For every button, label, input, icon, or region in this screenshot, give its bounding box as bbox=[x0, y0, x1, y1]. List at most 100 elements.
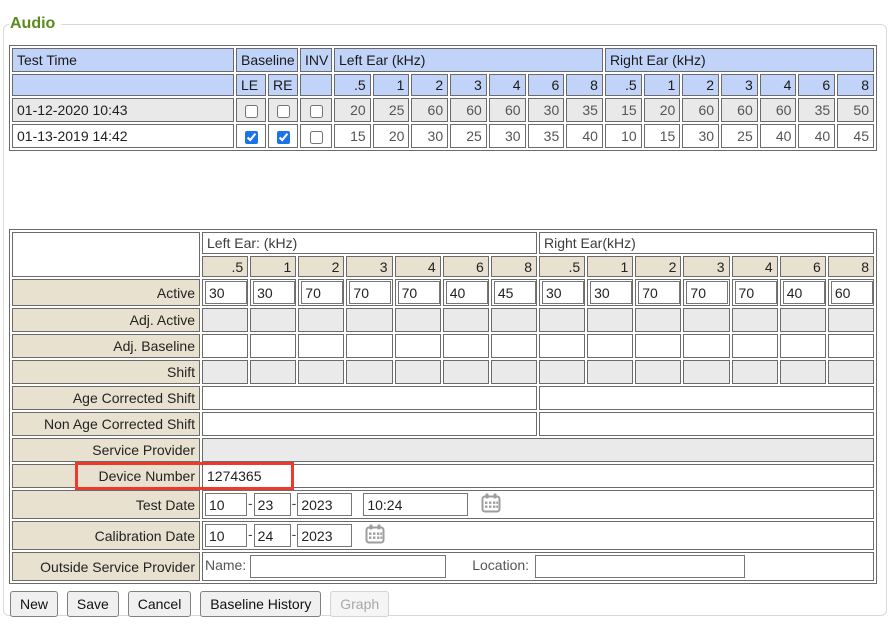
shift-cell bbox=[587, 360, 633, 384]
shift-cell bbox=[635, 360, 681, 384]
freq-header: 6 bbox=[528, 74, 565, 96]
adj-active-cell bbox=[491, 308, 537, 332]
active-right-input[interactable] bbox=[735, 281, 777, 304]
detail-header-spacer bbox=[12, 232, 200, 277]
hearing-value-cell: 60 bbox=[721, 98, 758, 122]
baseline-history-button[interactable]: Baseline History bbox=[200, 591, 321, 617]
row-label-device-number: Device Number bbox=[12, 464, 200, 488]
test-date-day-input[interactable] bbox=[254, 493, 291, 516]
col-header-left-ear: Left Ear (kHz) bbox=[334, 48, 603, 72]
baseline-le-checkbox-cell bbox=[236, 124, 266, 148]
baseline-le-checkbox[interactable] bbox=[245, 105, 258, 118]
adj-baseline-cell bbox=[202, 334, 248, 358]
inv-checkbox[interactable] bbox=[310, 105, 323, 118]
save-button[interactable]: Save bbox=[67, 591, 119, 617]
baseline-re-checkbox[interactable] bbox=[277, 105, 290, 118]
test-date-month-input[interactable] bbox=[205, 493, 247, 516]
hearing-value-cell: 45 bbox=[837, 124, 874, 148]
freq-header: 4 bbox=[489, 74, 526, 96]
calendar-icon[interactable] bbox=[481, 493, 501, 516]
row-label-non-age-corrected-shift: Non Age Corrected Shift bbox=[12, 412, 200, 436]
active-left-input[interactable] bbox=[349, 281, 391, 304]
active-left-input[interactable] bbox=[301, 281, 343, 304]
shift-cell bbox=[298, 360, 344, 384]
adj-active-cell bbox=[202, 308, 248, 332]
freq-header: .5 bbox=[202, 256, 248, 277]
hearing-value-cell: 40 bbox=[798, 124, 835, 148]
adj-baseline-cell bbox=[250, 334, 296, 358]
adj-baseline-cell bbox=[683, 334, 729, 358]
test-date-cell: -- bbox=[202, 490, 874, 519]
active-right-input[interactable] bbox=[831, 281, 873, 304]
active-right-input[interactable] bbox=[542, 281, 584, 304]
baseline-le-checkbox[interactable] bbox=[245, 131, 258, 144]
new-button[interactable]: New bbox=[10, 591, 58, 617]
hearing-value-cell: 15 bbox=[605, 98, 642, 122]
history-row: 01-13-2019 14:42 15 20 30 25 30 35 40 10… bbox=[12, 124, 874, 148]
audiogram-detail-table: Left Ear: (kHz) Right Ear(kHz) .5 1 2 3 … bbox=[9, 229, 877, 584]
adj-active-cell bbox=[346, 308, 392, 332]
inv-checkbox-cell bbox=[300, 98, 332, 122]
freq-header: 6 bbox=[798, 74, 835, 96]
active-cell bbox=[780, 279, 826, 306]
service-provider-cell bbox=[202, 438, 874, 462]
active-right-input[interactable] bbox=[686, 281, 728, 304]
col-header-le: LE bbox=[236, 74, 266, 96]
calibration-date-year-input[interactable] bbox=[297, 524, 352, 547]
freq-header: 1 bbox=[587, 256, 633, 277]
cancel-button[interactable]: Cancel bbox=[128, 591, 192, 617]
test-date-year-input[interactable] bbox=[297, 493, 352, 516]
row-label-calibration-date: Calibration Date bbox=[12, 521, 200, 550]
hearing-value-cell: 40 bbox=[760, 124, 797, 148]
adj-active-cell bbox=[635, 308, 681, 332]
active-right-input[interactable] bbox=[638, 281, 680, 304]
active-left-input[interactable] bbox=[205, 281, 247, 304]
active-left-input[interactable] bbox=[494, 281, 536, 304]
inv-checkbox[interactable] bbox=[310, 131, 323, 144]
calibration-date-day-input[interactable] bbox=[254, 524, 291, 547]
active-right-input[interactable] bbox=[783, 281, 825, 304]
active-right-input[interactable] bbox=[590, 281, 632, 304]
freq-header: .5 bbox=[539, 256, 585, 277]
hearing-value-cell: 35 bbox=[566, 98, 603, 122]
inv-checkbox-cell bbox=[300, 124, 332, 148]
active-cell bbox=[828, 279, 874, 306]
adj-active-cell bbox=[683, 308, 729, 332]
audiogram-history-table: Test Time Baseline INV Left Ear (kHz) Ri… bbox=[9, 45, 877, 151]
active-left-input[interactable] bbox=[398, 281, 440, 304]
osp-location-input[interactable] bbox=[535, 555, 745, 578]
hearing-value-cell: 35 bbox=[798, 98, 835, 122]
hearing-value-cell: 25 bbox=[450, 124, 487, 148]
active-cell bbox=[683, 279, 729, 306]
non-age-corrected-shift-left-cell bbox=[202, 412, 537, 436]
hearing-value-cell: 20 bbox=[644, 98, 681, 122]
adj-baseline-cell bbox=[635, 334, 681, 358]
osp-name-input[interactable] bbox=[250, 555, 446, 578]
hearing-value-cell: 35 bbox=[528, 124, 565, 148]
baseline-re-checkbox[interactable] bbox=[277, 131, 290, 144]
hearing-value-cell: 60 bbox=[489, 98, 526, 122]
baseline-re-checkbox-cell bbox=[268, 98, 298, 122]
test-time-input[interactable] bbox=[363, 493, 468, 516]
hearing-value-cell: 20 bbox=[373, 124, 410, 148]
detail-right-ear-header: Right Ear(kHz) bbox=[539, 232, 874, 254]
freq-header: 8 bbox=[491, 256, 537, 277]
active-cell bbox=[298, 279, 344, 306]
test-time-cell[interactable]: 01-13-2019 14:42 bbox=[12, 124, 234, 148]
date-separator: - bbox=[292, 495, 297, 511]
row-label-adj-baseline: Adj. Baseline bbox=[12, 334, 200, 358]
calendar-icon[interactable] bbox=[365, 524, 385, 547]
graph-button: Graph bbox=[330, 591, 389, 617]
shift-cell bbox=[250, 360, 296, 384]
calibration-date-cell: -- bbox=[202, 521, 874, 550]
active-left-input[interactable] bbox=[446, 281, 488, 304]
hearing-value-cell: 40 bbox=[566, 124, 603, 148]
shift-cell bbox=[346, 360, 392, 384]
adj-baseline-cell bbox=[780, 334, 826, 358]
freq-header: 8 bbox=[566, 74, 603, 96]
freq-header: 2 bbox=[411, 74, 448, 96]
active-left-input[interactable] bbox=[253, 281, 295, 304]
calibration-date-month-input[interactable] bbox=[205, 524, 247, 547]
active-cell bbox=[732, 279, 778, 306]
test-time-cell[interactable]: 01-12-2020 10:43 bbox=[12, 98, 234, 122]
